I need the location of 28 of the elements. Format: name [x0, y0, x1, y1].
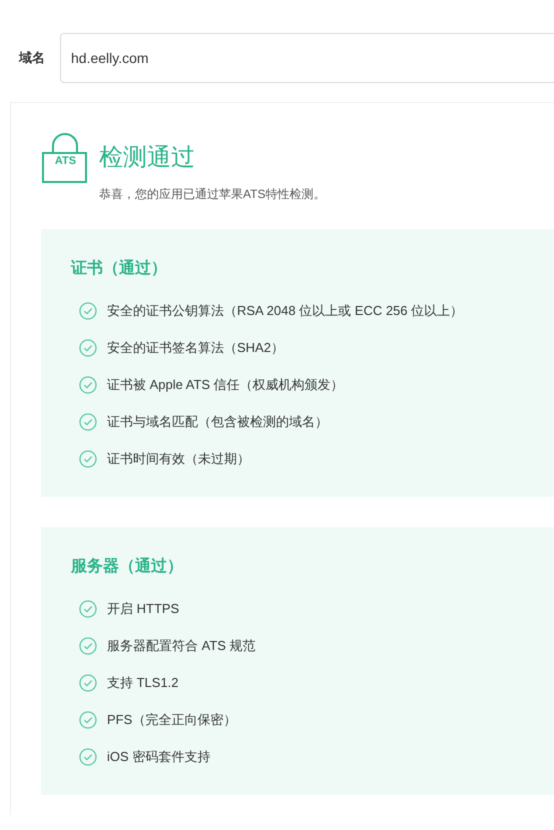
- check-item: 证书被 Apple ATS 信任（权威机构颁发）: [107, 376, 344, 394]
- check-circle-icon: [79, 302, 97, 320]
- check-circle-icon: [79, 450, 97, 468]
- check-item: 安全的证书签名算法（SHA2）: [107, 339, 284, 357]
- result-message: 恭喜，您的应用已通过苹果ATS特性检测。: [99, 186, 326, 203]
- check-circle-icon: [79, 600, 97, 618]
- check-circle-icon: [79, 637, 97, 655]
- check-item: 证书时间有效（未过期）: [107, 450, 250, 468]
- check-circle-icon: [79, 674, 97, 692]
- check-circle-icon: [79, 711, 97, 729]
- check-circle-icon: [79, 413, 97, 431]
- lock-label: ATS: [54, 156, 76, 166]
- check-circle-icon: [79, 339, 97, 357]
- check-item: 支持 TLS1.2: [107, 674, 179, 692]
- check-item: 服务器配置符合 ATS 规范: [107, 637, 256, 655]
- lock-icon: [41, 133, 89, 183]
- check-item: PFS（完全正向保密）: [107, 711, 236, 729]
- check-item: 安全的证书公钥算法（RSA 2048 位以上或 ECC 256 位以上）: [107, 302, 464, 320]
- field-label: 域名: [18, 49, 46, 68]
- result-title: 检测通过: [99, 143, 196, 173]
- check-item: 证书与域名匹配（包含被检测的域名）: [107, 413, 328, 431]
- section-title: 服务器（通过）: [71, 556, 184, 577]
- check-item: 开启 HTTPS: [107, 600, 180, 618]
- check-circle-icon: [79, 376, 97, 394]
- section-title: 证书（通过）: [71, 258, 168, 279]
- check-circle-icon: [79, 748, 97, 766]
- domain-field[interactable]: hd.eelly.com: [60, 33, 554, 83]
- check-item: iOS 密码套件支持: [107, 748, 210, 766]
